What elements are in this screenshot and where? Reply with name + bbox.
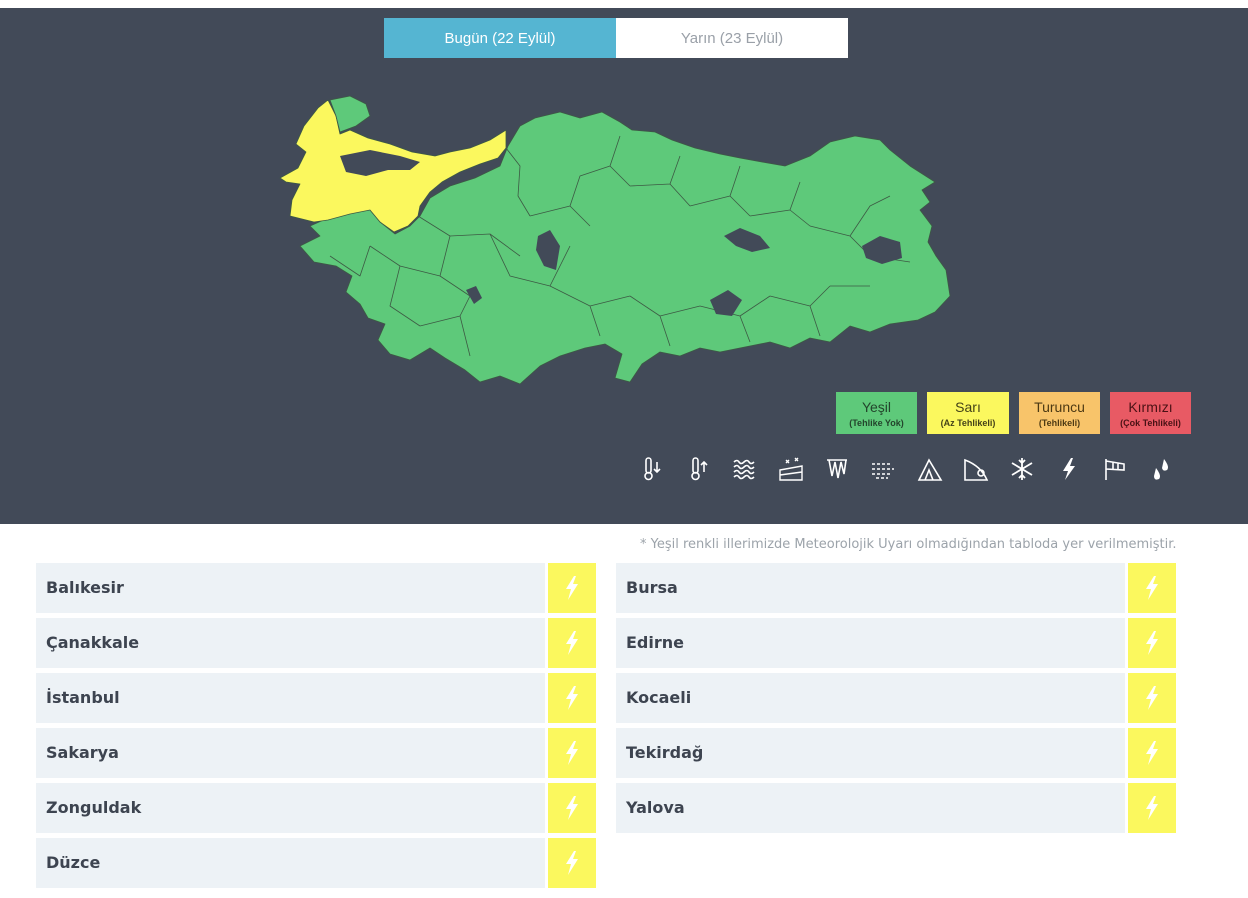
warning-map-panel: Bugün (22 Eylül) Yarın (23 Eylül) Yeşil …: [0, 8, 1248, 524]
legend-green-name: Yeşil: [861, 398, 892, 415]
legend-yellow-sub: (Az Tehlikeli): [940, 417, 996, 428]
landslide-icon[interactable]: [961, 454, 991, 484]
province-name: Bursa: [626, 578, 678, 597]
warning-row-bursa[interactable]: Bursa: [616, 563, 1176, 613]
warning-row-duzce[interactable]: Düzce: [36, 838, 596, 888]
warning-row-balikesir[interactable]: Balıkesir: [36, 563, 596, 613]
legend-orange-sub: (Tehlikeli): [1038, 417, 1081, 428]
legend-red-name: Kırmızı: [1128, 398, 1173, 415]
lightning-icon: [548, 673, 596, 723]
province-name: Edirne: [626, 633, 684, 652]
lightning-icon: [548, 783, 596, 833]
tab-tomorrow[interactable]: Yarın (23 Eylül): [616, 18, 848, 58]
tab-today[interactable]: Bugün (22 Eylül): [384, 18, 616, 58]
warning-row-kocaeli[interactable]: Kocaeli: [616, 673, 1176, 723]
legend-orange[interactable]: Turuncu (Tehlikeli): [1019, 392, 1100, 434]
top-border: [0, 0, 1248, 8]
legend-yellow-name: Sarı: [955, 398, 981, 415]
hot-thermometer-icon[interactable]: [683, 454, 713, 484]
icing-icon[interactable]: [822, 454, 852, 484]
province-name: Balıkesir: [46, 578, 124, 597]
green-provinces-note: * Yeşil renkli illerimizde Meteorolojik …: [640, 537, 1177, 552]
turkey-warning-map: [279, 95, 951, 385]
lightning-icon: [1128, 783, 1176, 833]
avalanche-icon[interactable]: [915, 454, 945, 484]
snow-ice-icon[interactable]: [776, 454, 806, 484]
warning-row-sakarya[interactable]: Sakarya: [36, 728, 596, 778]
province-name: Yalova: [626, 798, 685, 817]
warning-row-canakkale[interactable]: Çanakkale: [36, 618, 596, 668]
rain-drops-icon[interactable]: [1146, 454, 1176, 484]
legend-green-sub: (Tehlike Yok): [849, 417, 904, 428]
lightning-icon: [1128, 618, 1176, 668]
legend-red-sub: (Çok Tehlikeli): [1120, 417, 1181, 428]
windsock-icon[interactable]: [1100, 454, 1130, 484]
warning-row-yalova[interactable]: Yalova: [616, 783, 1176, 833]
province-name: Zonguldak: [46, 798, 142, 817]
lightning-icon: [548, 728, 596, 778]
legend-yellow[interactable]: Sarı (Az Tehlikeli): [927, 392, 1009, 434]
lightning-icon: [548, 838, 596, 888]
wind-dust-icon[interactable]: [868, 454, 898, 484]
legend-red[interactable]: Kırmızı (Çok Tehlikeli): [1110, 392, 1191, 434]
province-name: Sakarya: [46, 743, 119, 762]
province-name: Düzce: [46, 853, 101, 872]
province-name: Tekirdağ: [626, 743, 704, 762]
province-name: Kocaeli: [626, 688, 692, 707]
cold-thermometer-icon[interactable]: [636, 454, 666, 484]
fog-icon[interactable]: [729, 454, 759, 484]
legend-orange-name: Turuncu: [1034, 398, 1085, 415]
lightning-icon: [548, 563, 596, 613]
lightning-icon[interactable]: [1054, 454, 1084, 484]
legend-green[interactable]: Yeşil (Tehlike Yok): [836, 392, 917, 434]
province-name: İstanbul: [46, 688, 120, 707]
lightning-icon: [1128, 563, 1176, 613]
lightning-icon: [1128, 728, 1176, 778]
warning-row-edirne[interactable]: Edirne: [616, 618, 1176, 668]
warning-row-zonguldak[interactable]: Zonguldak: [36, 783, 596, 833]
lightning-icon: [1128, 673, 1176, 723]
warning-row-istanbul[interactable]: İstanbul: [36, 673, 596, 723]
province-name: Çanakkale: [46, 633, 140, 652]
lightning-icon: [548, 618, 596, 668]
warning-row-tekirdag[interactable]: Tekirdağ: [616, 728, 1176, 778]
snowflake-icon[interactable]: [1007, 454, 1037, 484]
